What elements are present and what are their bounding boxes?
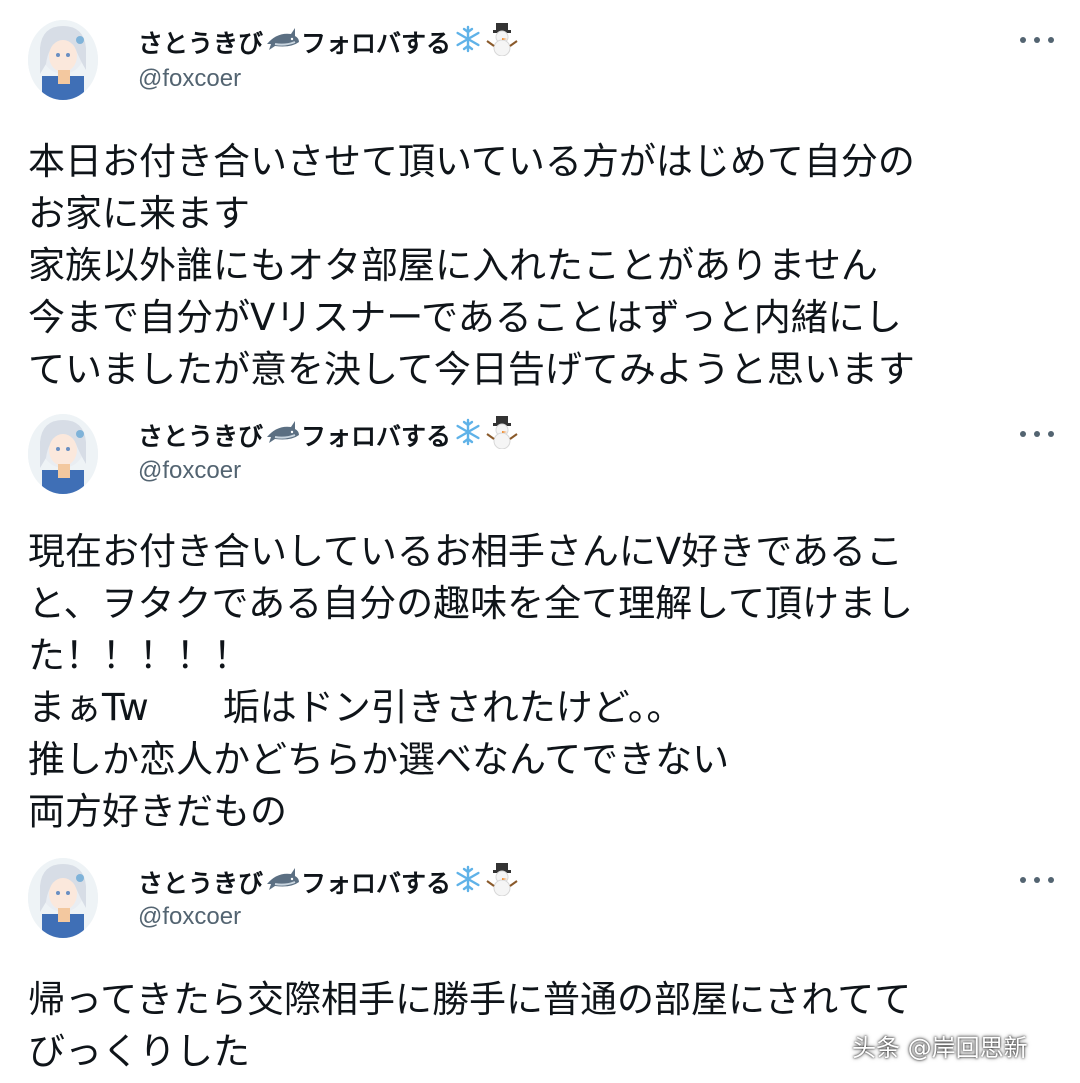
display-name[interactable]: さとうきび フォロバする xyxy=(138,22,519,65)
avatar[interactable] xyxy=(28,20,98,100)
avatar[interactable] xyxy=(28,414,98,494)
display-name-text: さとうきび xyxy=(138,421,264,451)
more-options-icon[interactable] xyxy=(1020,424,1054,444)
snowman-emoji-icon xyxy=(485,862,519,905)
shark-emoji-icon xyxy=(265,866,301,901)
avatar-image xyxy=(28,20,98,100)
more-options-icon[interactable] xyxy=(1020,30,1054,50)
snowflake-emoji-icon xyxy=(453,864,483,903)
avatar-image xyxy=(28,414,98,494)
display-name-suffix: フォロバする xyxy=(301,28,452,58)
display-name[interactable]: さとうきび フォロバする xyxy=(138,415,519,458)
snowman-emoji-icon xyxy=(485,415,519,458)
snowflake-emoji-icon xyxy=(453,24,483,63)
tweet-text: 本日お付き合いさせて頂いている方がはじめて自分の お家に来ます 家族以外誰にもオ… xyxy=(28,140,915,391)
avatar-image xyxy=(28,858,98,938)
tweet-text: 現在お付き合いしているお相手さんにV好きであるこ と、ヲタクである自分の趣味を全… xyxy=(28,530,914,833)
handle[interactable]: @foxcoer xyxy=(138,902,241,932)
avatar[interactable] xyxy=(28,858,98,938)
snowman-emoji-icon xyxy=(485,22,519,65)
display-name[interactable]: さとうきび フォロバする xyxy=(138,862,519,905)
display-name-suffix: フォロバする xyxy=(301,421,452,451)
display-name-text: さとうきび xyxy=(138,868,264,898)
handle[interactable]: @foxcoer xyxy=(138,456,241,486)
snowflake-emoji-icon xyxy=(453,417,483,456)
watermark-text: 头条 @岸回思新 xyxy=(852,1034,1028,1062)
shark-emoji-icon xyxy=(265,419,301,454)
handle[interactable]: @foxcoer xyxy=(138,64,241,94)
more-options-icon[interactable] xyxy=(1020,870,1054,890)
shark-emoji-icon xyxy=(265,26,301,61)
display-name-text: さとうきび xyxy=(138,28,264,58)
display-name-suffix: フォロバする xyxy=(301,868,452,898)
